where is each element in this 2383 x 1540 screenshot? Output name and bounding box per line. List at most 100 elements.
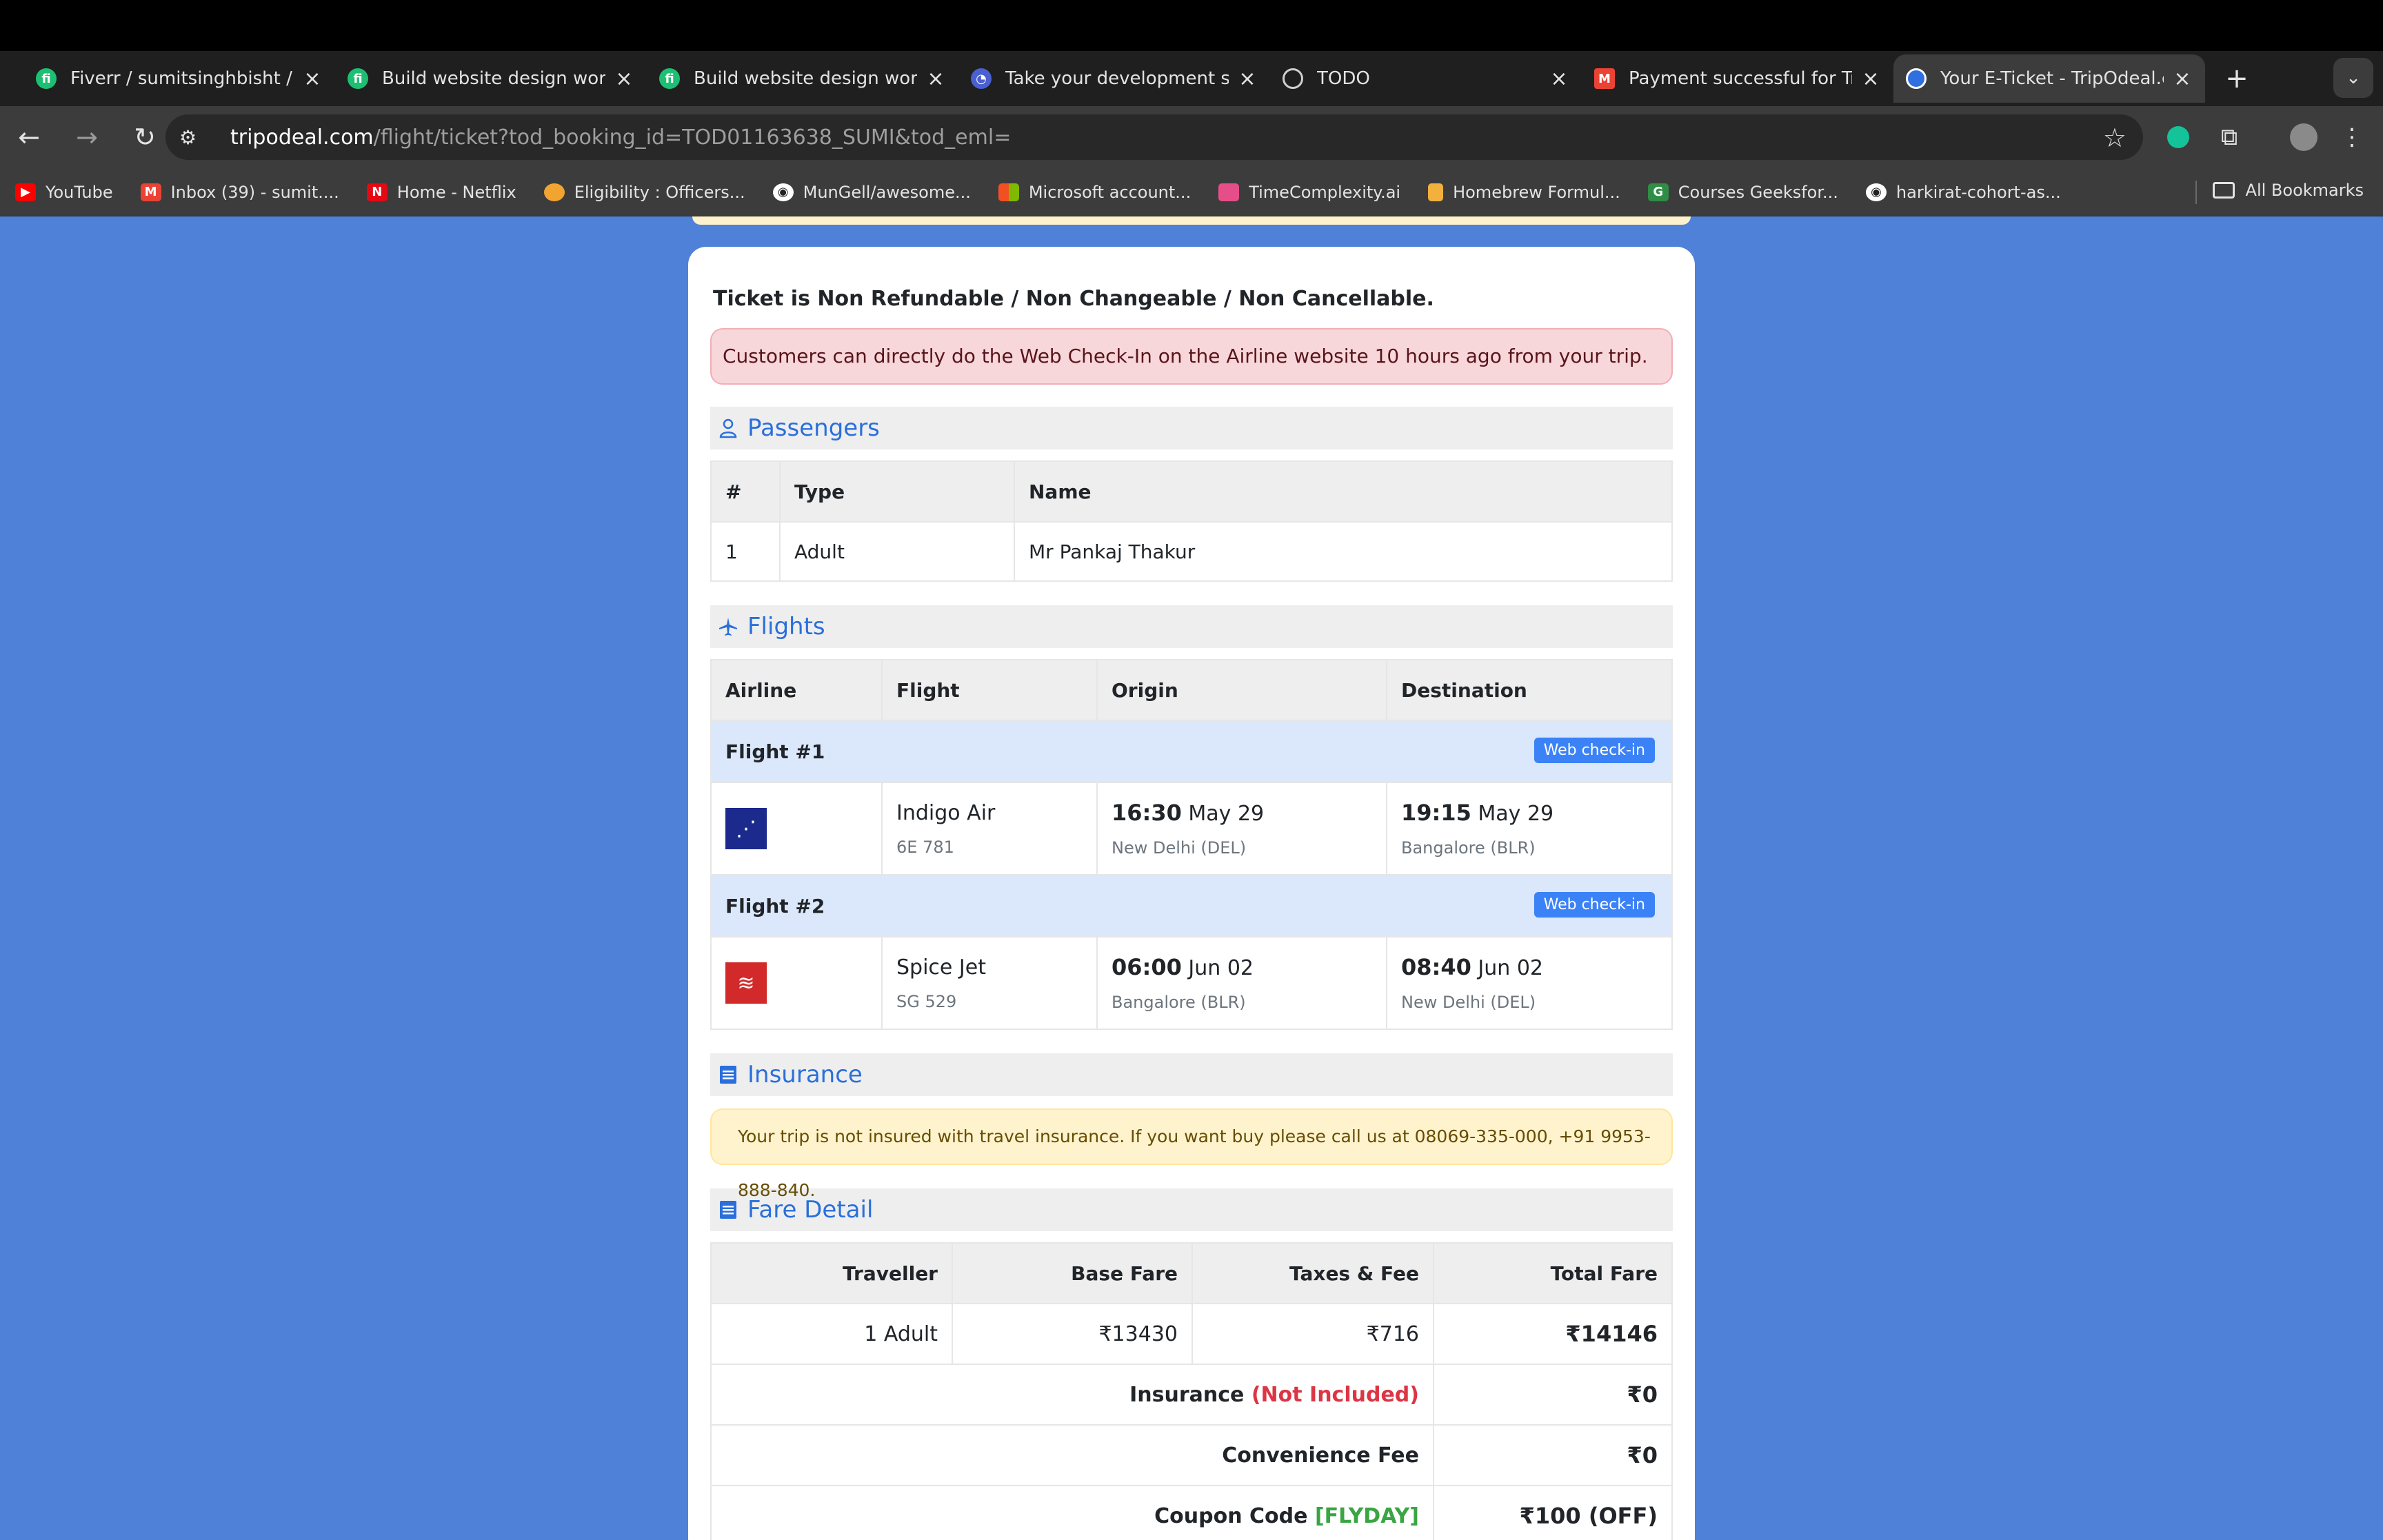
- section-title: Fare Detail: [747, 1196, 874, 1224]
- tab-gmail-payment[interactable]: M Payment successful for Trav ×: [1582, 54, 1893, 103]
- timecomplexity-icon: [1218, 183, 1240, 201]
- column-header: Origin: [1096, 659, 1387, 721]
- gmail-icon: M: [1594, 68, 1615, 89]
- close-icon[interactable]: ×: [1549, 67, 1569, 91]
- coupon-label-cell: Coupon Code [FLYDAY]: [710, 1485, 1434, 1540]
- bookmark-star-icon[interactable]: ☆: [2103, 123, 2126, 153]
- close-icon[interactable]: ×: [925, 67, 946, 91]
- bookmark-youtube[interactable]: ▶ YouTube: [15, 183, 113, 202]
- tab-fiverr-gig-2[interactable]: fi Build website design wordp ×: [647, 54, 958, 103]
- bookmark-gmail-inbox[interactable]: M Inbox (39) - sumit....: [140, 183, 339, 202]
- tab-title: Your E-Ticket - TripOdeal.co: [1940, 68, 2164, 89]
- tab-dev-skills[interactable]: ◔ Take your development skill ×: [958, 54, 1270, 103]
- close-icon[interactable]: ×: [302, 67, 323, 91]
- table-row: ⋰ Indigo Air 6E 781 16:30 May 29 New Del…: [710, 782, 1673, 875]
- passenger-name: Mr Pankaj Thakur: [1014, 521, 1673, 582]
- course-icon: ◔: [971, 68, 992, 89]
- bookmarks-divider: [2195, 181, 2197, 204]
- column-header: Flight: [881, 659, 1098, 721]
- user-icon: [716, 416, 741, 440]
- column-header: Destination: [1386, 659, 1673, 721]
- github-icon: ◉: [1865, 183, 1887, 201]
- section-title: Passengers: [747, 414, 880, 442]
- taxes-fee: ₹716: [1192, 1303, 1434, 1365]
- bookmark-eligibility[interactable]: Eligibility : Officers...: [543, 183, 745, 202]
- section-title: Insurance: [747, 1061, 863, 1088]
- bookmark-harkirat-cohort[interactable]: ◉ harkirat-cohort-as...: [1865, 183, 2061, 202]
- flight-label: Flight #1: [725, 740, 825, 763]
- origin-airport: Bangalore (BLR): [1112, 993, 1246, 1012]
- tab-fiverr-gig-1[interactable]: fi Build website design wordp ×: [335, 54, 647, 103]
- section-title: Flights: [747, 613, 825, 640]
- column-header: Airline: [710, 659, 883, 721]
- bookmark-mungell-awesome[interactable]: ◉ MunGell/awesome...: [772, 183, 971, 202]
- bookmark-microsoft-account[interactable]: Microsoft account...: [998, 183, 1191, 202]
- profile-avatar[interactable]: [2284, 117, 2324, 157]
- bookmark-geeksforgeeks[interactable]: G Courses Geeksfor...: [1647, 183, 1838, 202]
- base-fare: ₹13430: [952, 1303, 1193, 1365]
- flight-number: SG 529: [896, 991, 957, 1011]
- table-row: Coupon Code [FLYDAY] ₹100 (OFF): [710, 1485, 1673, 1540]
- site-settings-icon[interactable]: ⚙: [179, 126, 207, 149]
- github-icon: ◉: [772, 183, 794, 201]
- web-checkin-button[interactable]: Web check-in: [1534, 892, 1655, 918]
- spicejet-logo-icon: ≋: [725, 962, 767, 1004]
- column-header: Total Fare: [1433, 1242, 1673, 1304]
- ticket-policy: Ticket is Non Refundable / Non Changeabl…: [713, 287, 1434, 311]
- officers-icon: [543, 183, 565, 201]
- url-text[interactable]: tripodeal.com/flight/ticket?tod_booking_…: [230, 125, 1011, 150]
- tab-search-button[interactable]: ⌄: [2333, 58, 2373, 98]
- column-header: Type: [779, 460, 1015, 523]
- new-tab-button[interactable]: +: [2223, 63, 2251, 94]
- back-button[interactable]: ←: [8, 116, 50, 158]
- flight-1-header-row: Flight #1 Web check-in: [710, 720, 1673, 783]
- flight-2-header-row: Flight #2 Web check-in: [710, 874, 1673, 938]
- table-row: ≋ Spice Jet SG 529 06:00 Jun 02 Bangalor…: [710, 936, 1673, 1030]
- airline-name: Indigo Air: [896, 800, 996, 825]
- tab-eticket[interactable]: Your E-Ticket - TripOdeal.co ×: [1893, 54, 2205, 103]
- close-icon[interactable]: ×: [1237, 67, 1258, 91]
- bookmark-timecomplexity[interactable]: TimeComplexity.ai: [1218, 183, 1400, 202]
- tab-todo[interactable]: TODO ×: [1270, 54, 1582, 103]
- all-bookmarks-button[interactable]: All Bookmarks: [2212, 181, 2364, 200]
- convenience-fee-value: ₹0: [1433, 1424, 1673, 1486]
- fare-section-header: Fare Detail: [710, 1188, 1673, 1231]
- address-bar-row: ← → ↻ ⚙ tripodeal.com/flight/ticket?tod_…: [0, 106, 2383, 168]
- column-header: Name: [1014, 460, 1673, 523]
- insurance-label-cell: Insurance (Not Included): [710, 1364, 1434, 1426]
- table-row: 1 Adult Mr Pankaj Thakur: [710, 521, 1673, 582]
- url-bar[interactable]: ⚙ tripodeal.com/flight/ticket?tod_bookin…: [165, 114, 2143, 160]
- indigo-logo-icon: ⋰: [725, 808, 767, 849]
- fiverr-icon: fi: [659, 68, 680, 89]
- destination-airport: New Delhi (DEL): [1401, 993, 1536, 1012]
- tab-fiverr-profile[interactable]: fi Fiverr / sumitsinghbisht / M ×: [23, 54, 335, 103]
- fare-table: Traveller Base Fare Taxes & Fee Total Fa…: [710, 1242, 1673, 1540]
- departure-time: 06:00 Jun 02: [1112, 954, 1254, 980]
- total-fare: ₹14146: [1433, 1303, 1673, 1365]
- bookmark-homebrew[interactable]: Homebrew Formul...: [1428, 183, 1620, 202]
- table-row: Insurance (Not Included) ₹0: [710, 1364, 1673, 1426]
- menu-kebab-icon[interactable]: ⋮: [2332, 117, 2372, 157]
- eticket-card: Ticket is Non Refundable / Non Changeabl…: [688, 247, 1695, 1540]
- extension-grammarly-icon[interactable]: [2158, 117, 2198, 157]
- close-icon[interactable]: ×: [614, 67, 634, 91]
- flight-number: 6E 781: [896, 837, 954, 857]
- fiverr-icon: fi: [36, 68, 57, 89]
- bookmark-netflix[interactable]: N Home - Netflix: [366, 183, 516, 202]
- arrival-time: 19:15 May 29: [1401, 800, 1554, 826]
- forward-button[interactable]: →: [66, 116, 108, 158]
- destination-airport: Bangalore (BLR): [1401, 838, 1536, 858]
- netflix-icon: N: [366, 183, 388, 201]
- web-checkin-button[interactable]: Web check-in: [1534, 738, 1655, 763]
- globe-icon: [1283, 68, 1303, 89]
- reload-button[interactable]: ↻: [124, 116, 165, 158]
- tab-strip: fi Fiverr / sumitsinghbisht / M × fi Bui…: [0, 51, 2383, 106]
- tab-title: Build website design wordp: [694, 68, 917, 89]
- flights-table: Airline Flight Origin Destination Flight…: [710, 659, 1673, 1030]
- previous-card-edge: [692, 216, 1691, 225]
- close-icon[interactable]: ×: [2172, 67, 2193, 91]
- plane-icon: [716, 614, 741, 639]
- youtube-icon: ▶: [15, 183, 36, 201]
- extensions-puzzle-icon[interactable]: ⧉: [2209, 117, 2249, 157]
- close-icon[interactable]: ×: [1860, 67, 1881, 91]
